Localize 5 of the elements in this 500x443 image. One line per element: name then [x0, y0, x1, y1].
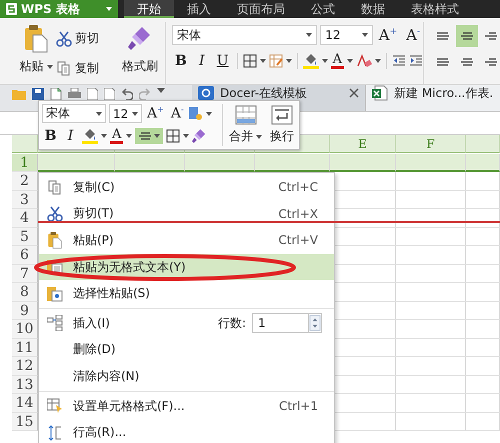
- shortcut-label: Ctrl+X: [278, 206, 318, 221]
- shortcut-label: Ctrl+V: [278, 233, 318, 248]
- shortcut-label: Ctrl+1: [278, 399, 318, 414]
- shortcut-label: Ctrl+C: [278, 180, 318, 194]
- row-count-label: 行数:: [218, 314, 246, 332]
